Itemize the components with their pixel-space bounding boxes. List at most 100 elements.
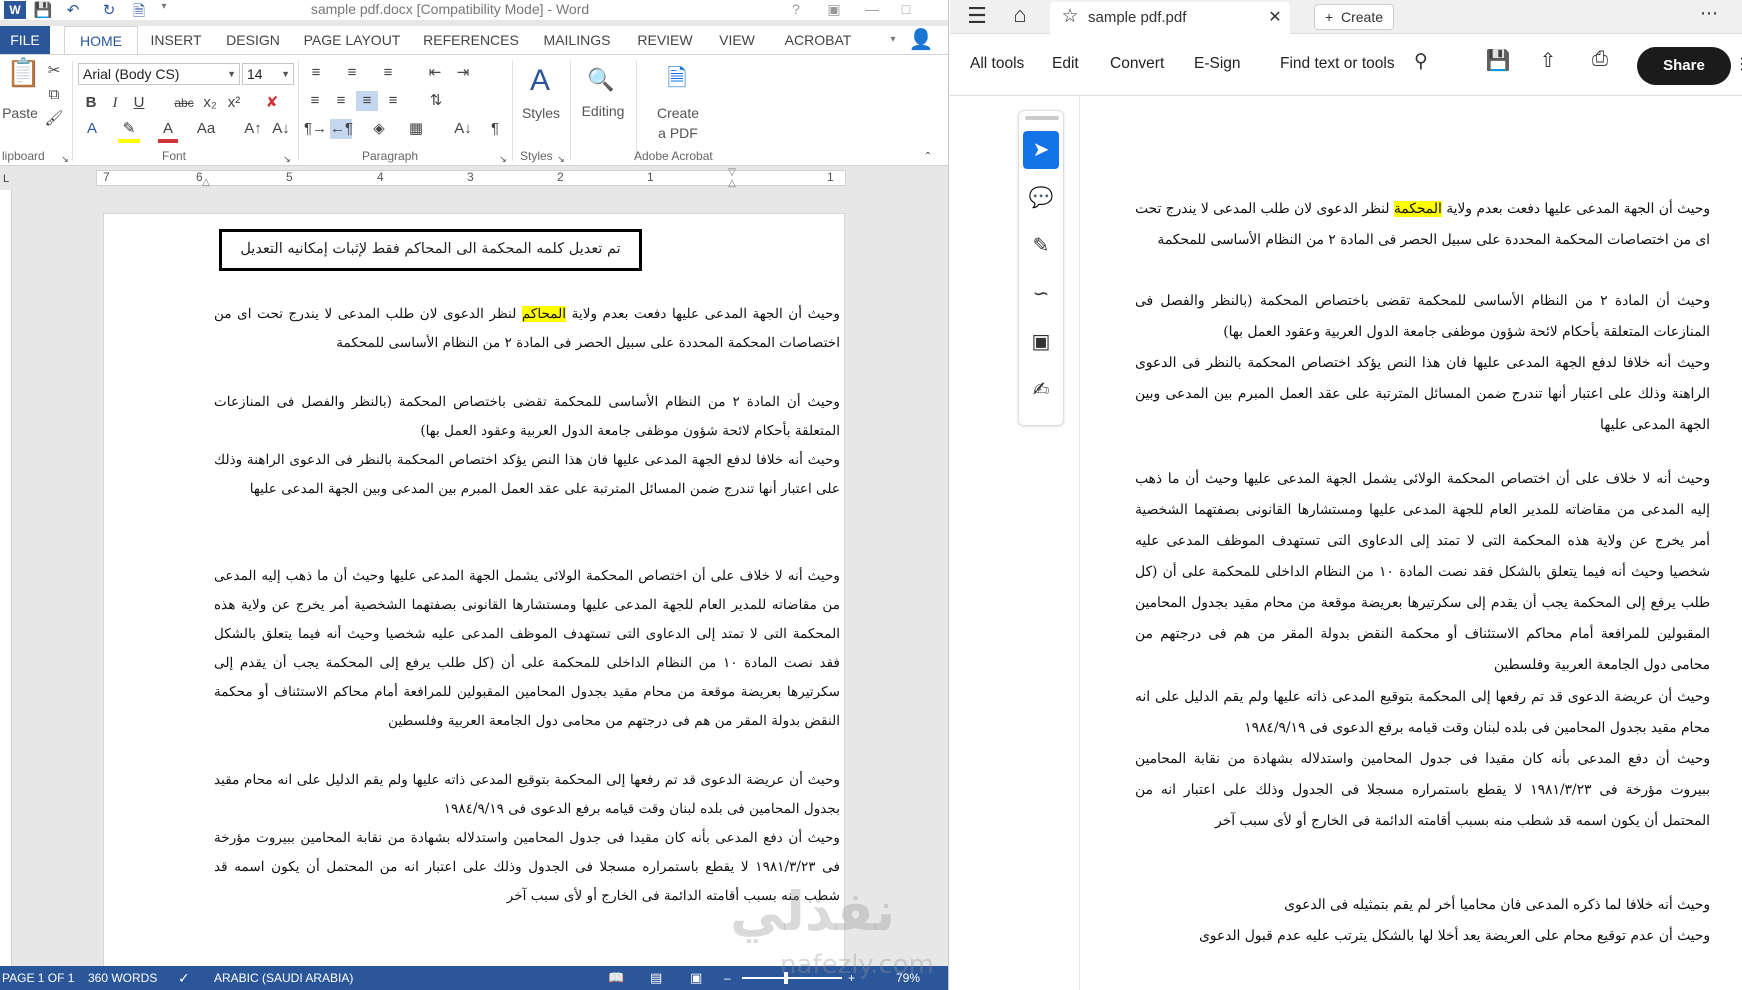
shrink-font-icon[interactable]: A↓ (272, 119, 290, 139)
format-painter-icon[interactable]: 🖌 (44, 109, 64, 129)
cloud-upload-icon[interactable]: ⇧ (1534, 48, 1562, 73)
font-launcher-icon[interactable]: ↘ (282, 149, 292, 169)
rtl-icon[interactable]: ←¶ (330, 119, 353, 139)
tab-review[interactable]: REVIEW (630, 26, 700, 54)
tab-selector-icon[interactable]: L (0, 169, 12, 189)
right-indent-marker-icon[interactable]: ▽ △ (726, 167, 738, 189)
tab-home[interactable]: HOME (64, 26, 138, 55)
star-icon[interactable]: ☆ (1058, 5, 1082, 28)
clipboard-launcher-icon[interactable]: ↘ (60, 149, 70, 169)
add-comment-icon[interactable]: 💬 (1023, 179, 1059, 217)
find-text-or-tools[interactable]: Find text or tools (1280, 55, 1395, 73)
font-size-combo[interactable]: 14 ▼ (242, 63, 294, 85)
grow-font-icon[interactable]: A↑ (244, 119, 262, 139)
tab-view[interactable]: VIEW (712, 26, 762, 54)
search-icon[interactable]: ⚲ (1408, 50, 1434, 73)
paragraph-launcher-icon[interactable]: ↘ (498, 149, 508, 169)
create-pdf-label[interactable]: Create (646, 105, 710, 121)
customize-qat-icon[interactable]: ▾ (156, 1, 172, 19)
justify-icon[interactable]: ≡ (382, 91, 404, 111)
more-options-icon[interactable]: ⋯ (1694, 3, 1724, 24)
create-pdf-icon[interactable]: 🗎 (660, 61, 694, 97)
strikethrough-icon[interactable]: abc (172, 93, 196, 113)
paste-button[interactable]: Paste (0, 105, 40, 121)
paste-icon[interactable]: 📋 (6, 59, 41, 87)
align-right-icon[interactable]: ≡ (356, 91, 378, 111)
styles-button[interactable]: Styles (514, 105, 568, 121)
copy-icon[interactable]: ⧉ (44, 85, 64, 105)
more-options-icon[interactable]: ⋮ (1734, 54, 1742, 74)
font-color-icon[interactable]: A (158, 119, 178, 143)
document-page[interactable]: تم تعديل كلمه المحكمة الى المحاكم فقط لإ… (103, 213, 845, 973)
home-icon[interactable]: ⌂ (1006, 2, 1034, 28)
language-indicator[interactable]: ARABIC (SAUDI ARABIA) (214, 966, 353, 990)
tab-acrobat[interactable]: ACROBAT (778, 26, 858, 54)
page-count[interactable]: PAGE 1 OF 1 (2, 966, 74, 990)
editing-button[interactable]: Editing (574, 103, 632, 119)
bullets-icon[interactable]: ≡ (304, 63, 328, 83)
tab-references[interactable]: REFERENCES (416, 26, 526, 54)
tab-mailings[interactable]: MAILINGS (536, 26, 618, 54)
highlight-icon[interactable]: ✎ (118, 119, 140, 143)
styles-icon[interactable]: A (520, 61, 560, 101)
show-formatting-icon[interactable]: ¶ (486, 119, 504, 139)
shading-icon[interactable]: ◈ (366, 119, 392, 139)
maximize-icon[interactable]: □ (892, 1, 920, 17)
tab-page-layout[interactable]: PAGE LAYOUT (300, 26, 404, 54)
highlight-pen-icon[interactable]: ✎ (1023, 227, 1059, 265)
font-name-combo[interactable]: Arial (Body CS) ▼ (78, 63, 240, 85)
tab-scroll-icon[interactable]: ▾ (886, 26, 900, 54)
create-button[interactable]: + Create (1314, 4, 1394, 30)
save-disk-icon[interactable]: 💾 (1484, 48, 1512, 73)
text-effects-icon[interactable]: A (82, 119, 102, 139)
align-left-icon[interactable]: ≡ (304, 91, 326, 111)
rail-handle[interactable] (1025, 116, 1059, 120)
undo-icon[interactable]: ↶ (60, 1, 86, 19)
styles-launcher-icon[interactable]: ↘ (556, 149, 566, 169)
superscript-icon[interactable]: x² (224, 93, 244, 113)
subscript-icon[interactable]: x₂ (200, 93, 220, 113)
numbering-icon[interactable]: ≡ (340, 63, 364, 83)
italic-icon[interactable]: I (106, 93, 124, 113)
pdf-document-tab[interactable]: ☆ sample pdf.pdf ✕ (1050, 2, 1290, 34)
menu-convert[interactable]: Convert (1110, 55, 1164, 73)
tab-file[interactable]: FILE (0, 26, 50, 54)
close-tab-icon[interactable]: ✕ (1266, 7, 1284, 27)
indent-marker-icon[interactable]: △ (200, 173, 212, 193)
menu-icon[interactable]: ☰ (964, 3, 990, 29)
sign-icon[interactable]: ✍ (1023, 371, 1059, 409)
select-cursor-icon[interactable]: ➤ (1023, 131, 1059, 169)
create-pdf-label-2[interactable]: a PDF (646, 125, 710, 141)
share-button[interactable]: Share (1637, 47, 1731, 85)
save-icon[interactable]: 💾 (32, 1, 54, 19)
collapse-ribbon-icon[interactable]: ⌃ (920, 147, 936, 167)
borders-icon[interactable]: ▦ (404, 119, 428, 139)
help-icon[interactable]: ? (782, 1, 810, 17)
cut-icon[interactable]: ✂ (44, 61, 64, 81)
redo-icon[interactable]: ↻ (98, 1, 120, 19)
binoculars-icon[interactable]: 🔍 (584, 63, 618, 97)
sort-icon[interactable]: A↓ (452, 119, 474, 139)
multilevel-list-icon[interactable]: ≡ (376, 63, 400, 83)
tab-insert[interactable]: INSERT (144, 26, 208, 54)
zoom-out-icon[interactable]: – (724, 966, 731, 990)
change-case-icon[interactable]: Aa (194, 119, 218, 139)
print-icon[interactable]: ⎙ (1586, 48, 1614, 71)
increase-indent-icon[interactable]: ⇥ (452, 63, 474, 83)
web-layout-icon[interactable]: ▣ (690, 966, 702, 990)
minimize-icon[interactable]: — (858, 1, 886, 17)
text-box-icon[interactable]: ▣ (1023, 323, 1059, 361)
print-layout-icon[interactable]: ▤ (650, 966, 662, 990)
word-count[interactable]: 360 WORDS (88, 966, 157, 990)
draw-freeform-icon[interactable]: ∽ (1023, 275, 1059, 313)
ribbon-display-icon[interactable]: ▣ (820, 1, 848, 18)
read-mode-icon[interactable]: 📖 (608, 966, 624, 990)
proofing-icon[interactable]: ✓ (178, 966, 190, 990)
print-preview-icon[interactable]: 🗎 (128, 1, 150, 20)
line-spacing-icon[interactable]: ⇅ (424, 91, 448, 111)
decrease-indent-icon[interactable]: ⇤ (424, 63, 446, 83)
bold-icon[interactable]: B (82, 93, 100, 113)
menu-all-tools[interactable]: All tools (970, 55, 1024, 73)
ltr-icon[interactable]: ¶→ (304, 119, 327, 139)
account-avatar[interactable]: 👤 (906, 26, 936, 54)
